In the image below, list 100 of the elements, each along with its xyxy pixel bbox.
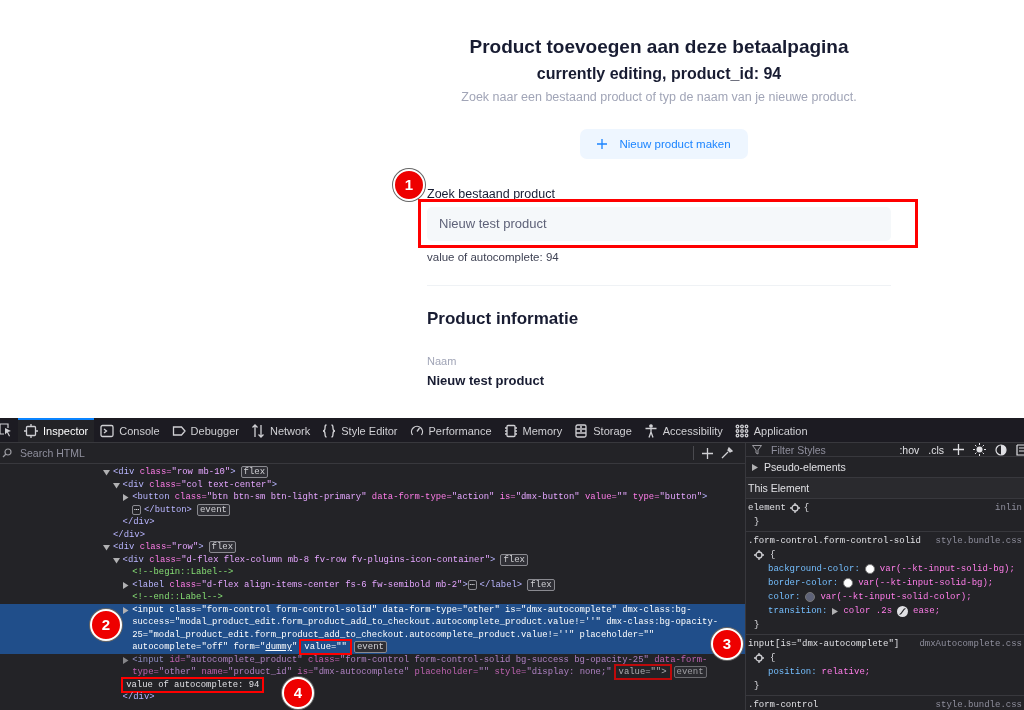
open-brace: { — [770, 653, 776, 663]
devtools-tab[interactable]: Storage — [568, 418, 638, 442]
highlighted-code: value=""> — [616, 667, 669, 677]
devtools-tab[interactable]: Network — [244, 418, 317, 442]
pseudo-elements-label[interactable]: Pseudo-elements — [764, 461, 846, 473]
twisty-icon[interactable] — [752, 463, 758, 471]
css-value: var(--kt-input-solid-bg); — [858, 578, 994, 588]
css-value: relative; — [821, 667, 871, 677]
color-swatch[interactable] — [805, 592, 816, 602]
html-code: </label> — [479, 578, 523, 591]
css-value: var(--kt-input-solid-color); — [820, 592, 972, 602]
search-icon — [2, 448, 12, 458]
html-code: <label class="d-flex align-items-center fs-6 fw-semibold mb-2"> — [132, 578, 468, 591]
html-node[interactable]: <div class="row"> flex — [0, 541, 745, 554]
css-selector: input[is="dmx-autocomplete"] — [748, 639, 900, 649]
stylesheet-link[interactable]: style.bundle.css — [935, 536, 1022, 546]
devtools-tab[interactable]: Application — [728, 418, 814, 442]
devtools-tab[interactable]: Inspector — [18, 418, 95, 442]
color-swatch[interactable] — [864, 564, 875, 574]
form-link[interactable]: dummy — [265, 641, 292, 654]
crosshair-icon[interactable] — [789, 503, 800, 513]
devtools-tab[interactable]: Console — [94, 418, 166, 442]
html-node[interactable]: <div class="col text-center"> — [0, 478, 745, 491]
filter-icon — [752, 444, 762, 455]
color-swatch[interactable] — [843, 578, 854, 588]
html-code: </div> — [113, 528, 145, 541]
html-node[interactable]: <!--end::Label--> — [0, 591, 745, 604]
hover-state-toggle[interactable]: :hov — [899, 443, 920, 456]
css-selector: .form-control.form-control-solid — [748, 536, 921, 546]
twisty-icon[interactable] — [122, 581, 130, 589]
html-node[interactable]: <div class="row mb-10"> flex — [0, 466, 745, 479]
style-icon — [322, 424, 337, 438]
html-code: success="modal_product_edit.form_product_add_to_checkout.autocomplete_product.value!=''" dmx-class:bg-opacity- — [132, 616, 719, 629]
search-html-field[interactable]: Search HTML — [20, 447, 685, 459]
css-property: transition: — [768, 606, 828, 616]
devtools-tab[interactable]: Accessibility — [637, 418, 729, 442]
crosshair-icon[interactable] — [754, 550, 764, 560]
crosshair-icon[interactable] — [754, 653, 764, 663]
add-node-icon[interactable] — [702, 447, 713, 459]
css-property: border-color: — [768, 578, 839, 588]
css-value: var(--kt-input-solid-bg); — [879, 564, 1015, 574]
page-title: Product toevoegen aan deze betaalpagina — [468, 36, 850, 58]
product-search-field[interactable]: Nieuw test product — [427, 207, 891, 241]
twisty-icon[interactable] — [122, 656, 130, 664]
filter-styles-field[interactable]: Filter Styles — [771, 443, 891, 456]
class-toggle[interactable]: .cls — [928, 443, 944, 456]
contrast-icon[interactable] — [995, 443, 1007, 456]
eyedropper-icon[interactable] — [721, 447, 733, 459]
twisty-icon[interactable] — [122, 606, 130, 614]
number-marker: 2 — [90, 608, 122, 641]
css-value: color .2s — [843, 606, 893, 616]
css-property: color: — [768, 592, 801, 602]
twisty-icon[interactable] — [103, 469, 110, 476]
html-node[interactable] — [0, 603, 745, 654]
css-selector: element — [748, 503, 786, 513]
twisty-icon[interactable] — [112, 556, 120, 564]
node-badge[interactable]: flex — [500, 553, 529, 566]
devtools-tab[interactable]: Memory — [497, 418, 569, 442]
close-brace: } — [754, 620, 760, 630]
twisty-icon[interactable] — [832, 607, 839, 615]
devtools-tab[interactable]: Performance — [403, 418, 498, 442]
node-badge[interactable]: event — [196, 503, 230, 516]
devtools-tab[interactable]: Style Editor — [316, 418, 404, 442]
document-icon[interactable] — [1016, 443, 1024, 456]
highlighted-code: value="" — [302, 642, 349, 652]
html-code: </button> — [144, 503, 192, 516]
twisty-icon[interactable] — [103, 544, 110, 551]
add-rule-icon[interactable] — [953, 444, 964, 455]
html-node[interactable]: <div class="d-flex flex-column mb-8 fv-row fv-plugins-icon-container"> flex — [0, 553, 745, 566]
element-picker-icon[interactable] — [0, 423, 12, 437]
stylesheet-link[interactable]: dmxAutocomplete.css — [919, 639, 1022, 649]
collapsed-content-button[interactable]: ⋯ — [467, 579, 477, 590]
plus-icon — [597, 139, 608, 149]
html-code: <div class="row"> — [113, 541, 204, 554]
stylesheet-link[interactable]: inlin — [995, 503, 1022, 513]
html-node[interactable]: <label class="d-flex align-items-center fs-6 fw-semibold mb-2"> ⋯ </label> flex — [0, 578, 745, 591]
twisty-icon[interactable] — [122, 494, 130, 501]
html-node[interactable]: <!--begin::Label--> — [0, 566, 745, 579]
sun-icon[interactable] — [973, 443, 986, 456]
name-label: Naam — [427, 355, 458, 367]
easing-curve-icon[interactable] — [897, 605, 909, 617]
node-badge[interactable]: event — [353, 641, 387, 654]
page-description: Zoek naar een bestaand product of typ de naam van je nieuwe product. — [460, 90, 858, 104]
node-badge[interactable]: flex — [527, 578, 555, 591]
storage-icon — [574, 424, 589, 438]
section-heading: Product informatie — [427, 309, 580, 329]
section-header: This Element — [746, 478, 1024, 499]
stylesheet-link[interactable]: style.bundle.css — [935, 700, 1022, 710]
node-badge[interactable]: flex — [208, 541, 237, 554]
node-badge[interactable]: event — [673, 666, 707, 679]
node-badge[interactable]: flex — [240, 466, 269, 479]
devtools-tab[interactable]: Debugger — [165, 418, 245, 442]
autocomplete-value: value of autocomplete: 94 — [427, 251, 560, 263]
twisty-icon[interactable] — [112, 481, 120, 489]
console-icon — [100, 424, 115, 438]
html-code: <input id="autocomplete_product" class="form-control form-control-solid bg-success bg-opacity-25" data-form- — [132, 653, 708, 666]
css-property: position: — [768, 667, 817, 677]
html-code: 25="modal_product_edit.form_product_add_to_checkout.autocomplete_product.value!=''" placeholder="" — [132, 628, 655, 641]
html-node[interactable]: <button class="btn btn-sm btn-light-primary" data-form-type="action" is="dmx-button" value="" type="button"> ⋯ </button> event — [0, 491, 745, 516]
collapsed-content-button[interactable]: ⋯ — [132, 504, 141, 515]
